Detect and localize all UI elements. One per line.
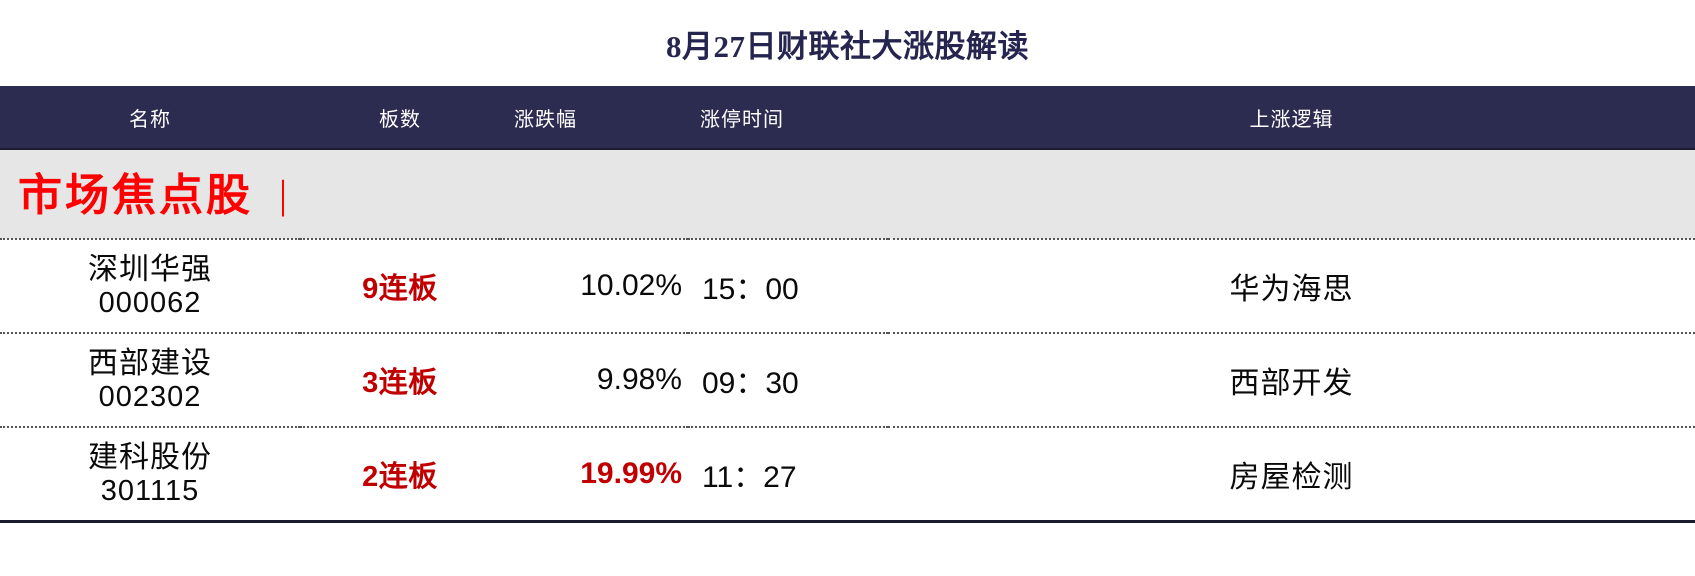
- cell-boards: 3连板: [300, 333, 500, 428]
- cell-logic: 西部开发: [888, 333, 1695, 428]
- cell-boards: 9连板: [300, 239, 500, 334]
- change-percent: 9.98%: [596, 363, 682, 396]
- cell-name: 西部建设 002302: [0, 333, 300, 428]
- stock-code: 002302: [98, 380, 202, 413]
- column-header-change: 涨跌幅: [514, 108, 577, 131]
- cell-name: 深圳华强 000062: [0, 239, 300, 334]
- cell-time: 09：30: [688, 333, 888, 428]
- rise-logic: 房屋检测: [1229, 461, 1354, 494]
- stock-name: 西部建设: [88, 346, 212, 380]
- stock-name: 建科股份: [88, 440, 212, 474]
- page-title-bar: 8月27日财联社大涨股解读: [0, 0, 1695, 86]
- stock-name: 深圳华强: [88, 252, 212, 286]
- stock-code: 000062: [98, 286, 202, 319]
- column-header-boards: 板数: [379, 108, 421, 131]
- cell-time: 11：27: [688, 427, 888, 523]
- cell-name: 建科股份 301115: [0, 427, 300, 523]
- limit-up-time: 11：27: [702, 461, 797, 494]
- section-header-row: 市场焦点股 |: [0, 148, 1695, 240]
- column-header-name: 名称: [129, 108, 171, 131]
- table-header-row: 名称 板数 涨跌幅 涨停时间 上涨逻辑: [0, 86, 1695, 149]
- cell-change: 9.98%: [500, 333, 688, 428]
- table-row[interactable]: 西部建设 002302 3连板 9.98% 09：30 西部开发: [0, 333, 1695, 428]
- stock-report-page: 8月27日财联社大涨股解读 名称 板数 涨跌幅 涨停时间 上涨逻辑 市场焦点股 |: [0, 0, 1695, 576]
- cell-time: 15：00: [688, 239, 888, 334]
- page-title: 8月27日财联社大涨股解读: [666, 28, 1029, 64]
- section-divider-bar: |: [279, 171, 288, 217]
- cell-logic: 华为海思: [888, 239, 1695, 334]
- limit-up-time: 09：30: [702, 367, 799, 400]
- boards-count: 9连板: [362, 273, 438, 305]
- rise-logic: 西部开发: [1229, 367, 1354, 400]
- column-header-time: 涨停时间: [700, 108, 784, 131]
- section-title: 市场焦点股: [18, 170, 253, 220]
- table-row[interactable]: 建科股份 301115 2连板 19.99% 11：27 房屋检测: [0, 427, 1695, 523]
- boards-count: 2连板: [362, 461, 438, 493]
- change-percent: 10.02%: [580, 269, 682, 302]
- cell-logic: 房屋检测: [888, 427, 1695, 523]
- rise-logic: 华为海思: [1229, 273, 1354, 306]
- table-header: 名称 板数 涨跌幅 涨停时间 上涨逻辑: [0, 86, 1695, 149]
- limit-up-time: 15：00: [702, 273, 799, 306]
- boards-count: 3连板: [362, 367, 438, 399]
- stock-code: 301115: [100, 474, 200, 507]
- section-header-cell: 市场焦点股 |: [0, 148, 1695, 240]
- stock-table: 名称 板数 涨跌幅 涨停时间 上涨逻辑 市场焦点股 | 深圳华强 000062 9…: [0, 86, 1695, 523]
- column-header-logic: 上涨逻辑: [1249, 108, 1334, 131]
- change-percent: 19.99%: [580, 457, 682, 490]
- cell-change: 19.99%: [500, 427, 688, 523]
- table-body: 市场焦点股 | 深圳华强 000062 9连板 10.02% 15：00 华为海…: [0, 148, 1695, 523]
- cell-change: 10.02%: [500, 239, 688, 334]
- cell-boards: 2连板: [300, 427, 500, 523]
- table-row[interactable]: 深圳华强 000062 9连板 10.02% 15：00 华为海思: [0, 239, 1695, 334]
